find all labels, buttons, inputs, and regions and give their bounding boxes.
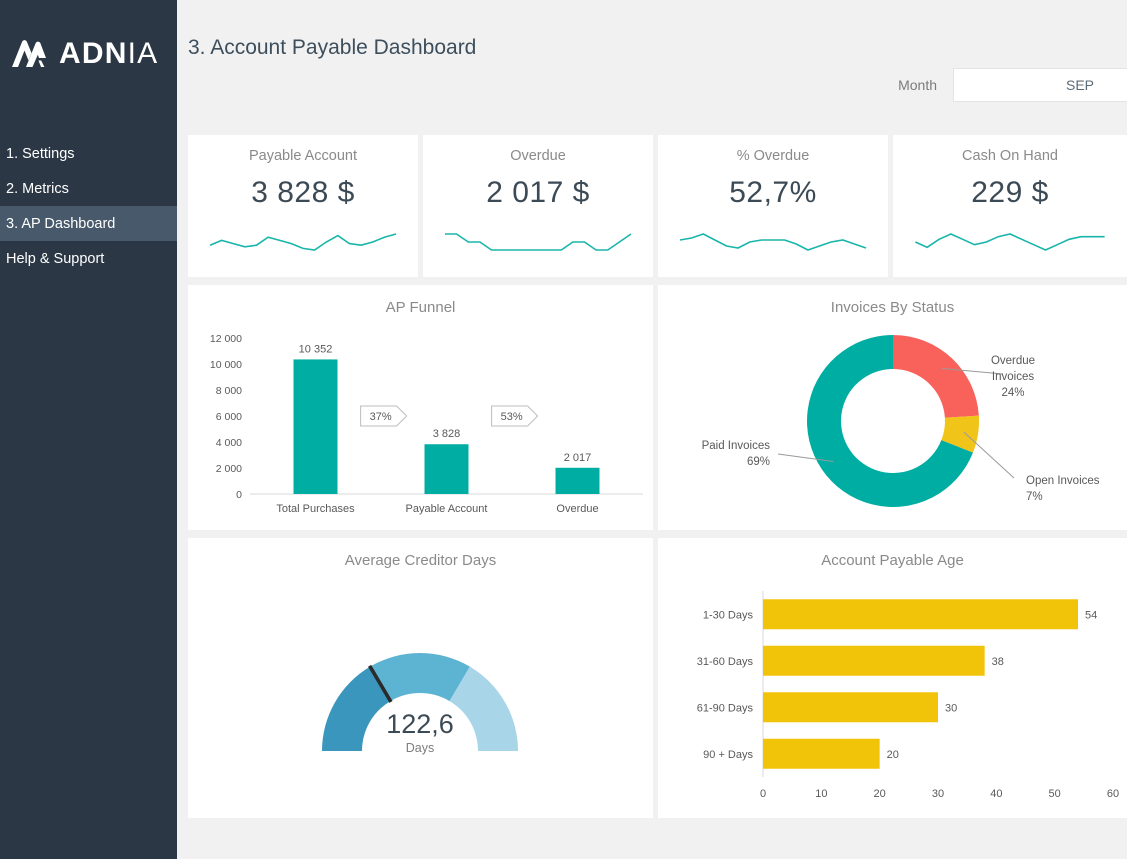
- svg-text:2 017: 2 017: [564, 452, 592, 464]
- svg-text:31-60 Days: 31-60 Days: [697, 656, 754, 668]
- sparkline-chart: [423, 224, 653, 258]
- svg-text:3 828: 3 828: [433, 428, 461, 440]
- svg-text:90 + Days: 90 + Days: [703, 749, 753, 761]
- panel-average-creditor-days: Average Creditor Days 122,6 Days: [188, 538, 653, 818]
- kpi-value: 2 017 $: [423, 176, 653, 210]
- svg-text:40: 40: [990, 788, 1002, 800]
- invoices-by-status-chart: Overdue Invoices 24% Open Invoices 7% Paid In…: [658, 316, 1127, 531]
- svg-text:122,6: 122,6: [386, 709, 454, 739]
- svg-text:Overdue: Overdue: [991, 355, 1035, 367]
- panel-account-payable-age: Account Payable Age 0 10 20 30 40 50 60 54 1-30 …: [658, 538, 1127, 818]
- svg-text:0: 0: [760, 788, 766, 800]
- brand-name: ADNIA: [59, 39, 158, 69]
- svg-text:61-90 Days: 61-90 Days: [697, 702, 754, 714]
- svg-text:10 352: 10 352: [299, 343, 333, 355]
- kpi-card-cash-on-hand: Cash On Hand 229 $: [893, 135, 1127, 277]
- kpi-value: 229 $: [893, 176, 1127, 210]
- svg-text:10 000: 10 000: [210, 359, 242, 371]
- svg-text:20: 20: [887, 749, 899, 761]
- kpi-title: Payable Account: [188, 148, 418, 164]
- panel-invoices-by-status: Invoices By Status Overdue Invoices 24% Ope…: [658, 285, 1127, 530]
- panel-title: AP Funnel: [188, 285, 653, 316]
- sidebar-item-label: Help & Support: [6, 251, 104, 267]
- svg-text:2 000: 2 000: [216, 463, 242, 475]
- ap-funnel-chart: 0 2 000 4 000 6 000 8 000 10 000 12 000 10 352 T…: [188, 316, 653, 531]
- svg-text:Open Invoices: Open Invoices: [1026, 475, 1100, 487]
- kpi-card-payable-account: Payable Account 3 828 $: [188, 135, 418, 277]
- sidebar-item-settings[interactable]: 1. Settings: [0, 136, 177, 171]
- month-filter: Month SEP: [837, 68, 1127, 102]
- svg-text:Overdue: Overdue: [556, 503, 598, 515]
- kpi-title: % Overdue: [658, 148, 888, 164]
- svg-text:Invoices: Invoices: [992, 371, 1034, 383]
- main-content: 3. Account Payable Dashboard Month SEP P…: [177, 0, 1127, 859]
- kpi-title: Overdue: [423, 148, 653, 164]
- svg-text:12 000: 12 000: [210, 333, 242, 345]
- svg-text:6 000: 6 000: [216, 411, 242, 423]
- month-filter-label: Month: [837, 77, 953, 93]
- svg-text:0: 0: [236, 489, 242, 501]
- panel-title: Average Creditor Days: [188, 538, 653, 569]
- svg-text:38: 38: [992, 656, 1004, 668]
- sidebar-item-ap-dashboard[interactable]: 3. AP Dashboard: [0, 206, 177, 241]
- sidebar-item-label: 2. Metrics: [6, 181, 69, 197]
- svg-text:53%: 53%: [501, 411, 523, 423]
- page-title: 3. Account Payable Dashboard: [188, 36, 476, 60]
- sidebar-item-help-support[interactable]: Help & Support: [0, 241, 177, 276]
- svg-text:1-30 Days: 1-30 Days: [703, 609, 754, 621]
- kpi-card-overdue: Overdue 2 017 $: [423, 135, 653, 277]
- kpi-title: Cash On Hand: [893, 148, 1127, 164]
- sidebar-nav: 1. Settings 2. Metrics 3. AP Dashboard H…: [0, 136, 177, 276]
- brand-name-thin: IA: [128, 37, 159, 70]
- brand-name-bold: ADN: [59, 37, 128, 70]
- kpi-value: 3 828 $: [188, 176, 418, 210]
- sparkline-chart: [658, 224, 888, 258]
- svg-text:8 000: 8 000: [216, 385, 242, 397]
- svg-text:Total Purchases: Total Purchases: [276, 503, 355, 515]
- panel-title: Invoices By Status: [658, 285, 1127, 316]
- svg-text:10: 10: [815, 788, 827, 800]
- svg-text:37%: 37%: [370, 411, 392, 423]
- kpi-value: 52,7%: [658, 176, 888, 210]
- svg-text:54: 54: [1085, 609, 1097, 621]
- svg-text:Days: Days: [406, 741, 434, 755]
- panel-title: Account Payable Age: [658, 538, 1127, 569]
- svg-text:20: 20: [874, 788, 886, 800]
- account-payable-age-chart: 0 10 20 30 40 50 60 54 1-30 Days 38 31-60 Days 30 61…: [658, 569, 1127, 817]
- panel-ap-funnel: AP Funnel 0 2 000 4 000 6 000 8 000 10 000 12 …: [188, 285, 653, 530]
- sparkline-chart: [893, 224, 1127, 258]
- svg-text:Paid Invoices: Paid Invoices: [702, 440, 771, 452]
- svg-text:Payable Account: Payable Account: [406, 503, 488, 515]
- sidebar-item-label: 3. AP Dashboard: [6, 216, 115, 232]
- svg-text:69%: 69%: [747, 456, 770, 468]
- month-select[interactable]: SEP: [953, 68, 1127, 102]
- adnia-mountain-logo-icon: [8, 37, 50, 71]
- app-root: ADNIA 1. Settings 2. Metrics 3. AP Dashb…: [0, 0, 1127, 859]
- svg-text:24%: 24%: [1001, 387, 1024, 399]
- sidebar-item-metrics[interactable]: 2. Metrics: [0, 171, 177, 206]
- svg-text:30: 30: [932, 788, 944, 800]
- svg-text:30: 30: [945, 702, 957, 714]
- kpi-card-percent-overdue: % Overdue 52,7%: [658, 135, 888, 277]
- svg-text:50: 50: [1049, 788, 1061, 800]
- average-creditor-days-gauge: 122,6 Days: [188, 569, 653, 814]
- sidebar-item-label: 1. Settings: [6, 146, 75, 162]
- svg-text:7%: 7%: [1026, 491, 1043, 503]
- sparkline-chart: [188, 224, 418, 258]
- svg-text:60: 60: [1107, 788, 1119, 800]
- svg-text:4 000: 4 000: [216, 437, 242, 449]
- sidebar: ADNIA 1. Settings 2. Metrics 3. AP Dashb…: [0, 0, 177, 859]
- brand-logo[interactable]: ADNIA: [0, 0, 177, 74]
